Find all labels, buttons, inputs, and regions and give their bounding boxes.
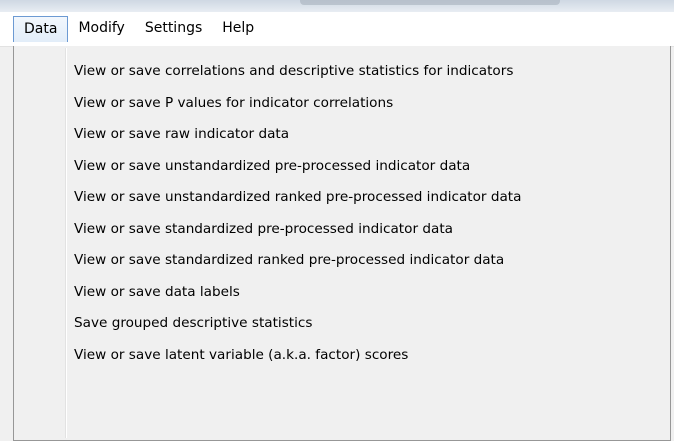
menu-item-standardized-ranked[interactable]: View or save standardized ranked pre-pro… xyxy=(14,245,670,277)
menu-item-data-labels[interactable]: View or save data labels xyxy=(14,277,670,309)
data-menu-list: View or save correlations and descriptiv… xyxy=(14,56,670,371)
data-menu-dropdown: View or save correlations and descriptiv… xyxy=(13,46,671,441)
menu-item-latent-variable-scores[interactable]: View or save latent variable (a.k.a. fac… xyxy=(14,340,670,372)
menu-item-unstandardized-preprocessed[interactable]: View or save unstandardized pre-processe… xyxy=(14,151,670,183)
menu-data[interactable]: Data xyxy=(13,16,69,42)
menu-item-grouped-descriptive[interactable]: Save grouped descriptive statistics xyxy=(14,308,670,340)
menu-item-p-values[interactable]: View or save P values for indicator corr… xyxy=(14,88,670,120)
menu-help[interactable]: Help xyxy=(212,16,264,42)
menu-settings[interactable]: Settings xyxy=(135,16,212,42)
menu-item-standardized-preprocessed[interactable]: View or save standardized pre-processed … xyxy=(14,214,670,246)
menu-item-unstandardized-ranked[interactable]: View or save unstandardized ranked pre-p… xyxy=(14,182,670,214)
menu-modify[interactable]: Modify xyxy=(68,16,134,42)
menu-item-correlations-descriptive[interactable]: View or save correlations and descriptiv… xyxy=(14,56,670,88)
menu-bar: Data Modify Settings Help xyxy=(0,12,674,47)
menu-item-raw-indicator-data[interactable]: View or save raw indicator data xyxy=(14,119,670,151)
title-strip-shadow xyxy=(300,0,560,5)
window-title-strip xyxy=(0,0,674,12)
app-window: Data Modify Settings Help View or save c… xyxy=(0,0,674,441)
